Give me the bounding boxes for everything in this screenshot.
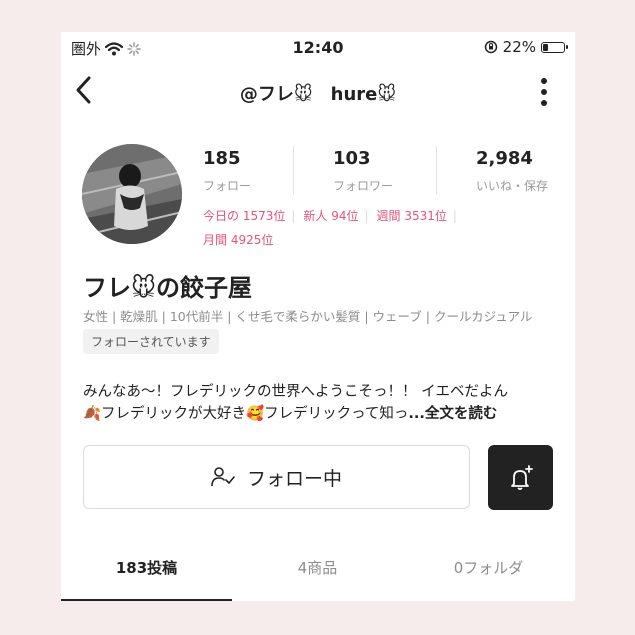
- rank-new[interactable]: 新人 94位: [303, 209, 358, 223]
- divider: [436, 146, 437, 194]
- follows-you-badge: フォローされています: [83, 329, 219, 354]
- orientation-lock-icon: [484, 40, 497, 54]
- active-tab-indicator: [61, 599, 232, 601]
- following-button[interactable]: フォロー中: [83, 445, 470, 509]
- stat-followers[interactable]: 103 フォロワー: [333, 148, 393, 194]
- profile-tags: 女性 | 乾燥肌 | 10代前半 | くせ毛で柔らかい髪質 | ウェーブ | ク…: [83, 309, 533, 324]
- divider: |: [452, 209, 457, 223]
- following-button-label: フォロー中: [246, 467, 342, 490]
- tab-products[interactable]: 4商品: [232, 557, 403, 578]
- divider: [293, 146, 294, 194]
- user-check-icon: [211, 467, 235, 487]
- stat-likes[interactable]: 2,984 いいね・保存: [476, 148, 548, 194]
- rank-today[interactable]: 今日の 1573位: [203, 209, 285, 223]
- profile-name: フレ🐭の餃子屋: [83, 274, 253, 302]
- tab-posts[interactable]: 183投稿: [61, 557, 232, 578]
- bio-line: みんなあ〜！フレデリックの世界へようこそっ！！ イエベだよん: [83, 384, 508, 400]
- status-bar: 圏外 12:40 22%: [61, 32, 575, 62]
- divider: |: [364, 209, 369, 223]
- stat-following[interactable]: 185 フォロー: [203, 148, 251, 194]
- read-more-link[interactable]: ...全文を読む: [408, 406, 497, 422]
- stat-number: 2,984: [476, 148, 533, 169]
- battery-icon: [541, 41, 568, 53]
- nav-bar: @フレ🐭 hure🐭: [61, 70, 575, 114]
- profile-tabs: 183投稿 4商品 0フォルダ: [61, 547, 575, 601]
- tab-folders[interactable]: 0フォルダ: [403, 557, 574, 578]
- divider: |: [291, 209, 296, 223]
- ranking-list: 今日の 1573位 | 新人 94位 | 週間 3531位 | 月間 4925位: [203, 204, 543, 252]
- stat-label: いいね・保存: [476, 179, 549, 193]
- stat-label: フォロー: [203, 179, 252, 193]
- rank-weekly[interactable]: 週間 3531位: [377, 209, 447, 223]
- battery-percent: 22%: [502, 38, 536, 56]
- bio-line: 🍂フレデリックが大好き🥰フレデリックって知っ: [83, 406, 409, 422]
- stat-number: 103: [333, 148, 371, 169]
- avatar-photo: [82, 144, 182, 244]
- page-title: @フレ🐭 hure🐭: [239, 84, 397, 105]
- stat-number: 185: [203, 148, 241, 169]
- stat-label: フォロワー: [333, 179, 394, 193]
- profile-screen: 圏外 12:40 22% @フレ🐭 hure🐭 185 フォロー 103 フォロ…: [61, 32, 575, 601]
- avatar[interactable]: [82, 144, 182, 244]
- bell-plus-icon: [510, 464, 533, 490]
- rank-monthly[interactable]: 月間 4925位: [203, 233, 273, 247]
- profile-bio[interactable]: みんなあ〜！フレデリックの世界へようこそっ！！ イエベだよん 🍂フレデリックが大…: [83, 381, 563, 425]
- more-vertical-icon[interactable]: [539, 74, 549, 110]
- notification-button[interactable]: [488, 445, 553, 510]
